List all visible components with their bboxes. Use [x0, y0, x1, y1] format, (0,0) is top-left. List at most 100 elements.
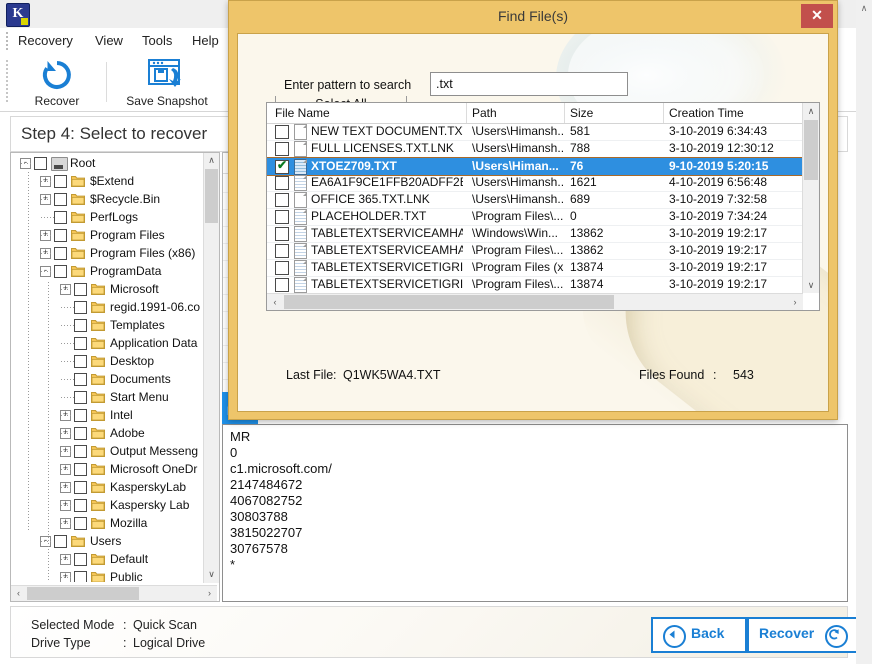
tree-node-application-data[interactable]: Application Data — [12, 334, 202, 352]
tree-node-checkbox[interactable] — [74, 391, 87, 404]
grid-rows[interactable]: NEW TEXT DOCUMENT.TXT...\Users\Himansh..… — [267, 123, 803, 293]
menu-item-help[interactable]: Help — [192, 33, 219, 48]
tree-node-templates[interactable]: Templates — [12, 316, 202, 334]
recover-button[interactable]: Recover — [14, 56, 100, 109]
main-scroll-track[interactable] — [856, 16, 872, 648]
row-checkbox[interactable] — [275, 142, 289, 156]
grid-scroll-thumb[interactable] — [804, 120, 818, 180]
tree-node-root[interactable]: -Root — [12, 154, 202, 172]
table-row[interactable]: TABLETEXTSERVICETIGRIN...\Program Files … — [267, 259, 803, 277]
row-checkbox[interactable] — [275, 125, 289, 139]
row-checkbox[interactable] — [275, 278, 289, 292]
tree-node-checkbox[interactable] — [34, 157, 47, 170]
tree-scroll-down-icon[interactable]: ∨ — [204, 567, 219, 582]
grid-hscroll-left-icon[interactable]: ‹ — [267, 294, 283, 310]
tree-node-checkbox[interactable] — [74, 337, 87, 350]
tree-node-recycle-bin[interactable]: +$Recycle.Bin — [12, 190, 202, 208]
column-header-file-name[interactable]: File Name — [275, 106, 330, 120]
tree-node-output-messeng[interactable]: +Output Messeng — [12, 442, 202, 460]
table-row[interactable]: OFFICE 365.TXT.LNK\Users\Himansh...6893-… — [267, 191, 803, 209]
tree-node-checkbox[interactable] — [74, 301, 87, 314]
tree-horizontal-scrollbar[interactable]: ‹ › — [11, 585, 217, 601]
tree-node-perflogs[interactable]: PerfLogs — [12, 208, 202, 226]
table-row[interactable]: NEW TEXT DOCUMENT.TXT...\Users\Himansh..… — [267, 123, 803, 141]
grid-vertical-scrollbar[interactable]: ∧ ∨ — [802, 103, 819, 293]
tree-node-program-files[interactable]: +Program Files — [12, 226, 202, 244]
search-pattern-input[interactable]: .txt — [430, 72, 628, 96]
table-row[interactable]: TABLETEXTSERVICEAMHAR...\Program Files\.… — [267, 242, 803, 260]
table-row[interactable]: TABLETEXTSERVICETIGRIN...\Program Files\… — [267, 276, 803, 293]
table-row[interactable]: EA6A1F9CE1FFB20ADFF2EA...\Users\Himansh.… — [267, 174, 803, 192]
back-button[interactable]: Back — [651, 617, 747, 653]
tree-node-kaspersky-lab[interactable]: +Kaspersky Lab — [12, 496, 202, 514]
tree-node-checkbox[interactable] — [54, 193, 67, 206]
column-divider-3[interactable] — [663, 103, 664, 123]
column-header-creation-time[interactable]: Creation Time — [669, 106, 744, 120]
row-checkbox[interactable] — [275, 244, 289, 258]
tree-node-microsoft[interactable]: +Microsoft — [12, 280, 202, 298]
grid-horizontal-scrollbar[interactable]: ‹ › — [267, 293, 803, 310]
recover-action-button[interactable]: Recover — [747, 617, 859, 653]
tree-node-checkbox[interactable] — [74, 481, 87, 494]
column-header-size[interactable]: Size — [570, 106, 593, 120]
tree-node-checkbox[interactable] — [74, 463, 87, 476]
tree-vertical-scrollbar[interactable]: ∧ ∨ — [203, 153, 219, 583]
tree-node-checkbox[interactable] — [54, 175, 67, 188]
grid-hscroll-thumb[interactable] — [284, 295, 614, 309]
dialog-close-button[interactable]: ✕ — [801, 4, 833, 28]
tree-node-mozilla[interactable]: +Mozilla — [12, 514, 202, 532]
main-window-scrollbar[interactable]: ∧ — [856, 0, 872, 664]
tree-node-checkbox[interactable] — [74, 553, 87, 566]
tree-node-public[interactable]: +Public — [12, 568, 202, 582]
menu-item-tools[interactable]: Tools — [142, 33, 172, 48]
table-row[interactable]: TABLETEXTSERVICEAMHAR...\Windows\Win...1… — [267, 225, 803, 243]
row-checkbox[interactable]: ✔ — [275, 160, 289, 174]
tree-node-checkbox[interactable] — [74, 427, 87, 440]
tree-node-checkbox[interactable] — [74, 517, 87, 530]
preview-panel[interactable]: MR 0 c1.microsoft.com/ 2147484672 406708… — [222, 424, 848, 602]
tree-node-checkbox[interactable] — [74, 499, 87, 512]
row-checkbox[interactable] — [275, 261, 289, 275]
tree-node-regid-1991-06-co[interactable]: regid.1991-06.co — [12, 298, 202, 316]
folder-tree[interactable]: -Root+$Extend+$Recycle.BinPerfLogs+Progr… — [12, 154, 202, 582]
table-row[interactable]: PLACEHOLDER.TXT\Program Files\...03-10-2… — [267, 208, 803, 226]
save-snapshot-button[interactable]: Save Snapshot — [112, 56, 222, 109]
tree-node-default[interactable]: +Default — [12, 550, 202, 568]
menu-item-recovery[interactable]: Recovery — [18, 33, 73, 48]
tree-node-program-files-x86[interactable]: +Program Files (x86) — [12, 244, 202, 262]
tree-node-checkbox[interactable] — [54, 265, 67, 278]
tree-node-checkbox[interactable] — [74, 355, 87, 368]
tree-scroll-right-icon[interactable]: › — [202, 586, 217, 601]
column-header-path[interactable]: Path — [472, 106, 497, 120]
tree-hscroll-thumb[interactable] — [27, 587, 139, 600]
tree-node-adobe[interactable]: +Adobe — [12, 424, 202, 442]
grid-scroll-up-icon[interactable]: ∧ — [803, 103, 819, 119]
row-checkbox[interactable] — [275, 176, 289, 190]
tree-node-checkbox[interactable] — [54, 229, 67, 242]
tree-node-extend[interactable]: +$Extend — [12, 172, 202, 190]
tree-node-checkbox[interactable] — [74, 283, 87, 296]
main-scroll-up-icon[interactable]: ∧ — [856, 0, 872, 16]
tree-node-checkbox[interactable] — [54, 535, 67, 548]
tree-scroll-left-icon[interactable]: ‹ — [11, 586, 26, 601]
tree-node-checkbox[interactable] — [54, 247, 67, 260]
tree-node-checkbox[interactable] — [74, 373, 87, 386]
tree-node-checkbox[interactable] — [74, 319, 87, 332]
column-divider-2[interactable] — [564, 103, 565, 123]
row-checkbox[interactable] — [275, 193, 289, 207]
tree-scroll-up-icon[interactable]: ∧ — [204, 153, 219, 168]
tree-node-checkbox[interactable] — [74, 571, 87, 582]
tree-node-checkbox[interactable] — [54, 211, 67, 224]
grid-scroll-down-icon[interactable]: ∨ — [803, 277, 819, 293]
row-checkbox[interactable] — [275, 227, 289, 241]
tree-node-programdata[interactable]: -ProgramData — [12, 262, 202, 280]
tree-scroll-thumb[interactable] — [205, 169, 218, 223]
tree-node-intel[interactable]: +Intel — [12, 406, 202, 424]
grid-hscroll-right-icon[interactable]: › — [787, 294, 803, 310]
tree-node-users[interactable]: -Users — [12, 532, 202, 550]
tree-node-desktop[interactable]: Desktop — [12, 352, 202, 370]
menu-item-view[interactable]: View — [95, 33, 123, 48]
tree-node-checkbox[interactable] — [74, 409, 87, 422]
tree-node-checkbox[interactable] — [74, 445, 87, 458]
tree-node-microsoft-onedr[interactable]: +Microsoft OneDr — [12, 460, 202, 478]
